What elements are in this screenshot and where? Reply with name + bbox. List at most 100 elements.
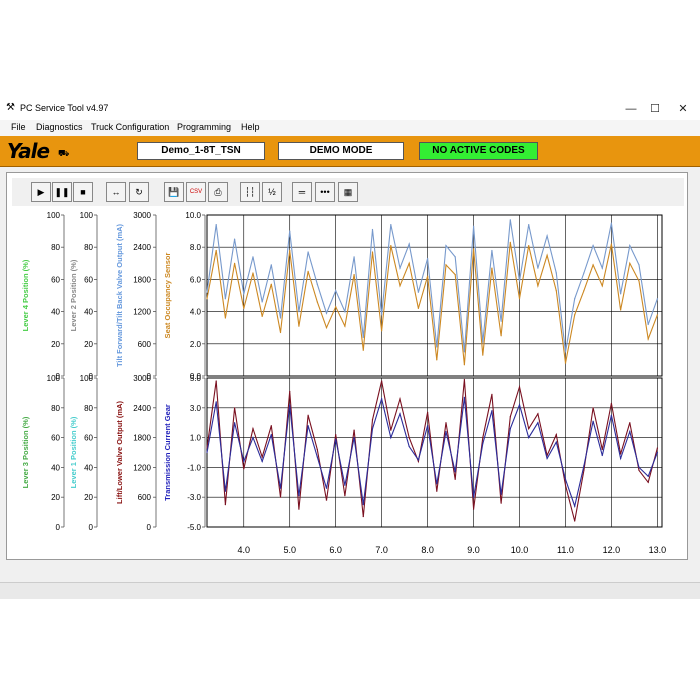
data-point — [592, 420, 594, 422]
data-point — [482, 354, 484, 356]
x-tick-label: 9.0 — [467, 545, 480, 555]
data-point — [270, 425, 272, 427]
data-point — [638, 280, 640, 282]
x-tick-label: 13.0 — [649, 545, 667, 555]
data-point — [509, 416, 511, 418]
data-point — [417, 307, 420, 309]
data-point — [528, 428, 530, 430]
data-point — [261, 301, 263, 303]
data-point — [215, 224, 217, 226]
data-point — [279, 487, 282, 489]
data-point — [381, 314, 383, 316]
y-tick-label: 1800 — [133, 434, 151, 443]
data-point — [463, 351, 465, 353]
data-point — [371, 419, 374, 421]
data-point — [620, 309, 622, 311]
data-point — [289, 230, 291, 232]
data-point — [270, 264, 272, 266]
data-point — [390, 429, 392, 431]
y-tick-label: 1800 — [133, 275, 151, 284]
data-point — [472, 496, 475, 498]
data-point — [583, 272, 585, 274]
x-tick-label: 8.0 — [421, 545, 434, 555]
data-point — [454, 478, 456, 480]
data-point — [325, 312, 328, 314]
y-tick-label: 40 — [84, 463, 93, 472]
y-tick-label: 10.0 — [185, 211, 201, 220]
data-point — [399, 413, 401, 415]
y-tick-label: 8.0 — [190, 243, 202, 252]
data-point — [656, 451, 659, 454]
data-point — [610, 222, 613, 224]
data-point — [436, 483, 438, 485]
data-point — [233, 422, 236, 424]
y-axis-label: Lever 2 Position (%) — [69, 259, 78, 331]
data-point — [564, 351, 567, 353]
data-point — [491, 267, 493, 269]
data-point — [445, 264, 447, 266]
data-point — [546, 235, 548, 237]
data-point — [298, 325, 300, 327]
data-point — [592, 264, 594, 266]
data-point — [390, 437, 392, 439]
data-point — [445, 244, 447, 247]
data-point — [592, 244, 594, 247]
data-point — [564, 478, 567, 480]
data-point — [371, 428, 374, 430]
data-point — [436, 490, 438, 492]
data-point — [307, 414, 309, 416]
y-tick-label: 1200 — [133, 308, 151, 317]
data-point — [656, 447, 659, 449]
data-point — [454, 471, 456, 473]
y-axis-label: Lift/Lower Valve Output (mA) — [115, 401, 124, 504]
data-point — [500, 502, 502, 504]
chart-area: 100 80 60 40 20 0 Lever 4 Position (%) 100 80 60 4… — [21, 211, 667, 555]
data-point — [454, 256, 456, 258]
y-tick-label: 80 — [84, 404, 93, 413]
data-point — [629, 431, 631, 433]
data-point — [362, 515, 364, 518]
data-point — [261, 315, 263, 318]
data-point — [206, 291, 208, 293]
data-point — [362, 349, 364, 351]
data-point — [454, 273, 456, 276]
y-tick-label: 100 — [47, 374, 61, 383]
data-point — [629, 262, 631, 264]
data-point — [390, 244, 392, 247]
y-tick-label: 60 — [84, 275, 93, 284]
data-point — [270, 434, 272, 436]
data-point — [417, 291, 420, 293]
data-point — [574, 314, 576, 316]
data-point — [445, 422, 447, 424]
y-axis-label: Tilt Forward/Tilt Back Valve Output (mA) — [115, 223, 124, 367]
y-tick-label: 1200 — [133, 463, 151, 472]
data-point — [445, 431, 447, 433]
data-point — [252, 428, 254, 430]
data-point — [316, 456, 318, 458]
data-point — [279, 331, 282, 334]
data-point — [289, 404, 291, 406]
y-tick-label: 40 — [51, 308, 60, 317]
data-point — [261, 456, 263, 458]
data-point — [215, 401, 217, 403]
data-point — [224, 504, 226, 506]
data-point — [224, 298, 226, 300]
data-point — [491, 393, 493, 395]
x-tick-label: 7.0 — [375, 545, 388, 555]
data-point — [647, 323, 649, 326]
y-tick-label: 3000 — [133, 374, 151, 383]
data-point — [408, 437, 410, 439]
data-point — [528, 437, 530, 439]
data-point — [518, 298, 521, 300]
data-point — [500, 335, 502, 337]
y-tick-label: 100 — [80, 374, 94, 383]
y-tick-label: 20 — [51, 340, 60, 349]
data-point — [500, 320, 502, 322]
x-tick-label: 4.0 — [238, 545, 251, 555]
data-point — [528, 224, 530, 226]
data-point — [601, 267, 603, 269]
y-tick-label: 0 — [147, 523, 152, 532]
y-tick-label: -3.0 — [187, 493, 201, 502]
data-point — [390, 224, 392, 226]
data-point — [482, 341, 484, 343]
